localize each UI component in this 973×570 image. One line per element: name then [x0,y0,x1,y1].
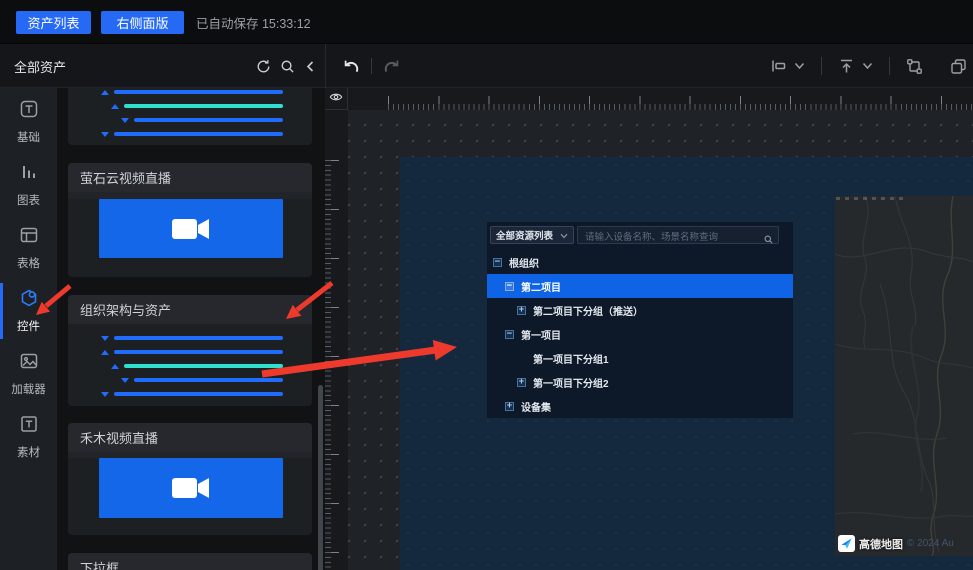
editor-canvas[interactable]: 全部资源列表 [348,110,973,570]
tree-node[interactable]: + 第二项目下分组（推送） [487,298,793,322]
sidebar-item-charts[interactable]: 图表 [0,157,57,213]
triangle-icon [111,104,119,109]
search-icon[interactable] [280,59,295,74]
toolbar: 全部资产 [0,44,973,88]
tree-preview-row [68,345,312,359]
video-preview [99,458,283,518]
vertical-ruler [325,110,348,570]
right-panel-button[interactable]: 右侧面版 [101,11,184,34]
expander-icon[interactable]: + [517,378,526,387]
triangle-icon [101,132,109,137]
map-clipped-marks [836,197,908,200]
video-preview [99,199,283,258]
asset-panel-title: 全部资产 [14,44,66,88]
align-chevron-down-icon[interactable] [794,62,805,70]
map-widget[interactable]: 高德地图 © 2024 Au [835,196,973,556]
tree-node[interactable]: + 第一项目下分组2 [487,370,793,394]
tree-preview-row [68,331,312,345]
expander-icon[interactable]: − [505,282,514,291]
triangle-icon [121,378,129,383]
expander-icon[interactable]: − [493,258,502,267]
card-title: 禾木视频直播 [68,423,312,452]
panel-scrollbar[interactable] [318,385,323,570]
loader-icon [19,351,39,376]
map-roads [835,196,973,556]
component-card-hemu-video[interactable]: 禾木视频直播 [68,423,312,535]
dashboard-editor: 资产列表 右侧面版 已自动保存 15:33:12 全部资产 [0,0,973,570]
component-card-org-tree[interactable]: 组织架构与资产 [68,295,312,406]
component-category-sidebar: 基础 图表 表格 控件 [0,88,57,570]
tree-node[interactable]: + 设备集 [487,394,793,418]
tree-node[interactable]: − 第一项目 [487,322,793,346]
org-tree-widget[interactable]: 全部资源列表 [487,222,793,418]
widget-icon [19,288,39,313]
expander-icon[interactable]: + [517,306,526,315]
top-bar: 资产列表 右侧面版 已自动保存 15:33:12 [0,0,973,44]
tree-preview-row [68,113,312,127]
resource-list-dropdown[interactable]: 全部资源列表 [490,226,574,244]
redo-icon[interactable] [383,58,402,75]
ruler-corner [325,88,348,110]
material-icon [19,414,39,439]
triangle-icon [101,350,109,355]
artboard[interactable]: 全部资源列表 [400,157,973,570]
chart-icon [19,162,39,187]
undo-icon[interactable] [341,58,360,75]
sidebar-item-materials[interactable]: 素材 [0,409,57,465]
sidebar-item-basic[interactable]: 基础 [0,94,57,150]
copy-layers-icon[interactable] [950,58,967,75]
tree-preview-row [68,88,312,99]
eye-icon[interactable] [329,90,343,108]
tree-preview-row [68,359,312,373]
collapse-panel-icon[interactable] [304,60,316,73]
map-attribution: 高德地图 © 2024 Au [838,535,954,552]
chevron-down-icon [560,226,568,244]
move-to-top-icon[interactable] [838,58,855,75]
expander-icon[interactable]: − [505,330,514,339]
card-title: 下拉框 [68,553,312,570]
search-icon [764,231,773,249]
component-card-dropdown[interactable]: 下拉框 [68,553,312,570]
card-title: 组织架构与资产 [68,295,312,324]
component-card-tree-partial[interactable] [68,88,312,145]
refresh-icon[interactable] [256,59,271,74]
autosave-status: 已自动保存 15:33:12 [196,0,311,44]
component-card-ezviz-video[interactable]: 萤石云视频直播 [68,163,312,277]
tree-node[interactable]: − 第二项目 [487,274,793,298]
table-icon [19,225,39,250]
tree-preview-row [68,127,312,141]
expander-icon[interactable]: + [505,402,514,411]
sidebar-item-tables[interactable]: 表格 [0,220,57,276]
triangle-icon [101,90,109,95]
device-search-box[interactable] [577,226,779,244]
triangle-icon [101,336,109,341]
tree-node[interactable]: − 根组织 [487,250,793,274]
video-camera-icon [171,476,211,500]
component-list-panel: 萤石云视频直播 组织架构与资产 [57,88,325,570]
tree-preview-row [68,373,312,387]
triangle-icon [101,392,109,397]
align-icon[interactable] [770,58,787,74]
asset-list-button[interactable]: 资产列表 [16,11,91,34]
tree-preview-row [68,387,312,401]
tree-preview-row [68,99,312,113]
card-title: 萤石云视频直播 [68,163,312,192]
triangle-icon [111,364,119,369]
text-basic-icon [19,99,39,124]
tree-node[interactable]: 第一项目下分组1 [487,346,793,370]
video-camera-icon [171,217,211,241]
sidebar-item-loaders[interactable]: 加载器 [0,346,57,402]
device-search-input[interactable] [578,230,778,246]
group-icon[interactable] [906,58,923,75]
sidebar-item-widgets[interactable]: 控件 [0,283,57,339]
layer-chevron-down-icon[interactable] [862,62,873,70]
horizontal-ruler [348,88,973,110]
triangle-icon [121,118,129,123]
amap-logo-icon [838,535,855,552]
